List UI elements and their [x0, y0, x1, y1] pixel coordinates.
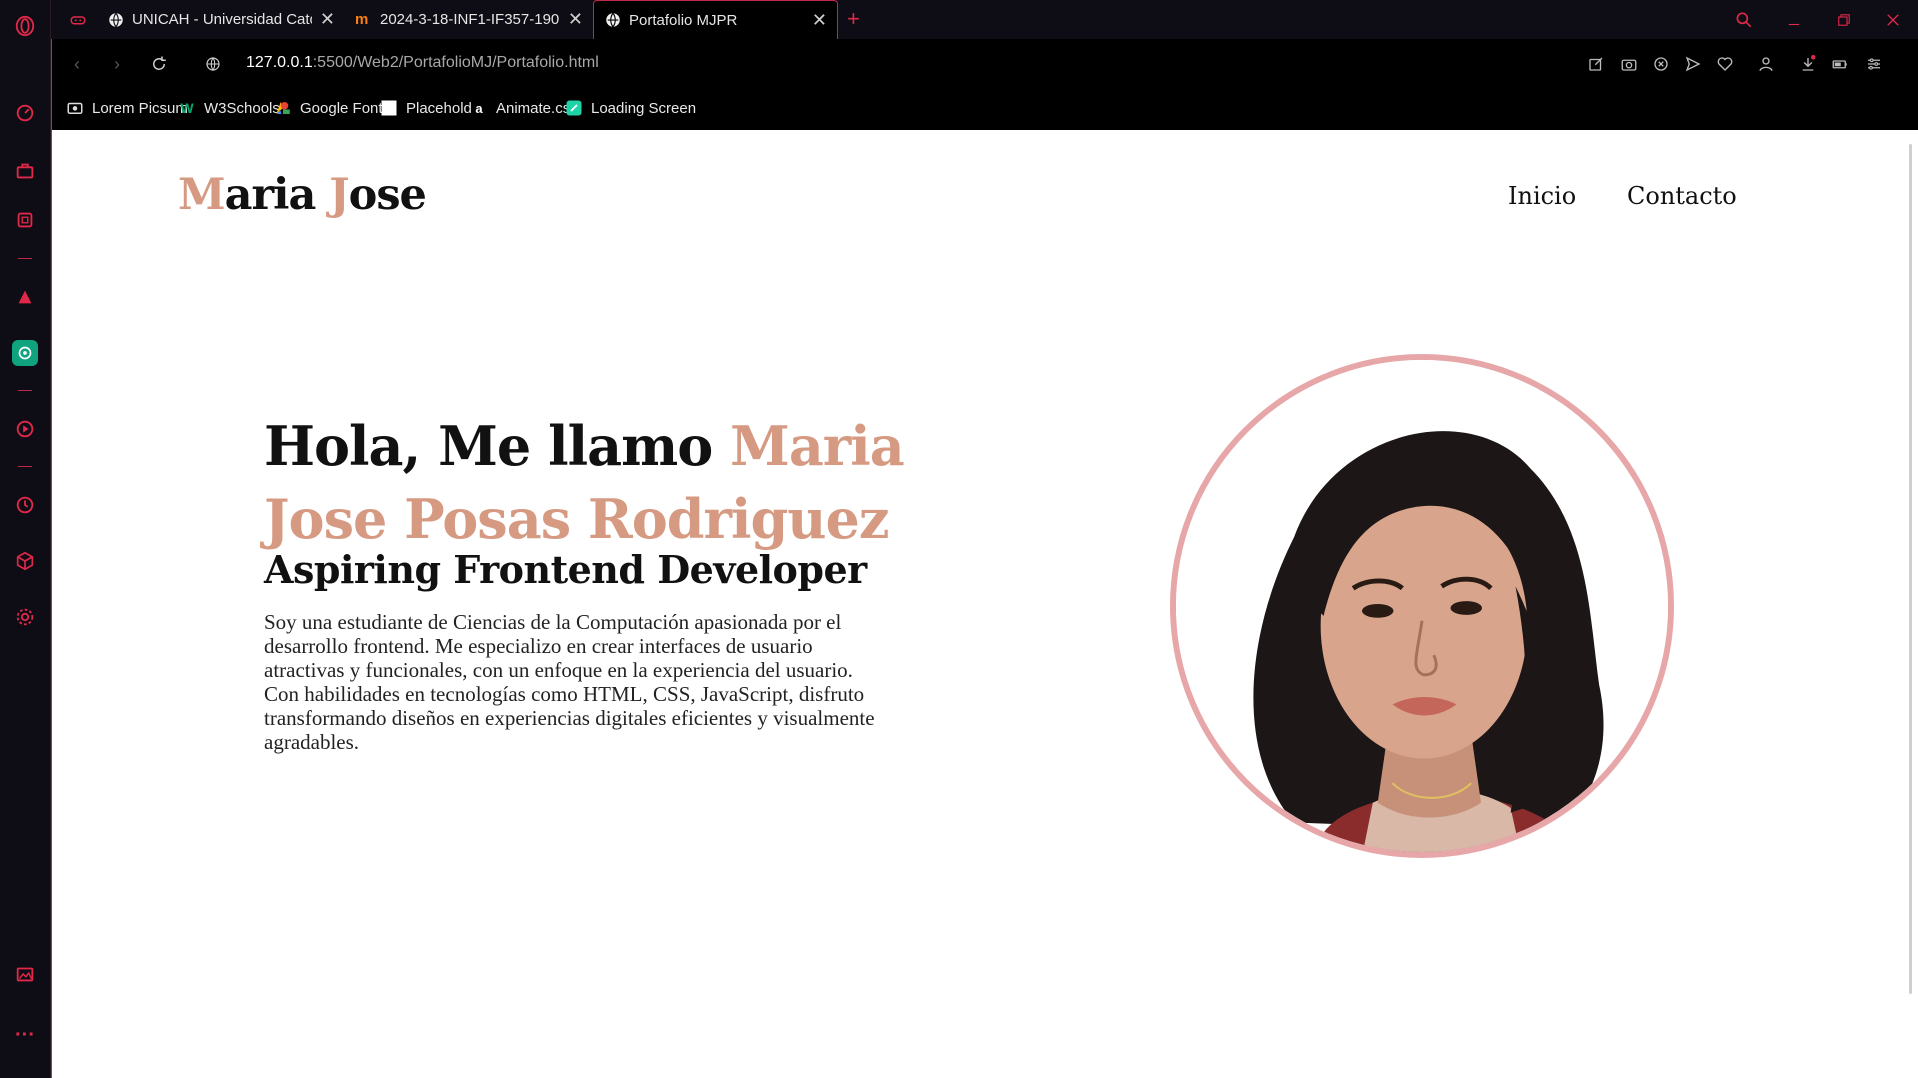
logo-text-first: aria: [224, 170, 330, 220]
globe-icon: [606, 12, 620, 28]
url-input[interactable]: 127.0.0.1:5500/Web2/PortafolioMJ/Portafo…: [246, 54, 599, 72]
forward-icon[interactable]: ›: [104, 51, 130, 77]
extensions-cube-icon[interactable]: [12, 548, 38, 574]
restore-icon[interactable]: [1824, 0, 1864, 39]
chatgpt-icon[interactable]: [12, 340, 38, 366]
logo-text-second: ose: [348, 170, 427, 220]
profile-photo: [1170, 354, 1674, 858]
page-scrollbar[interactable]: [1904, 130, 1918, 1078]
bookmark-label: W3Schools: [204, 99, 280, 117]
portrait-illustration: [1176, 360, 1668, 852]
animate-icon: a: [475, 100, 483, 116]
bookmark-animate-css[interactable]: a Animate.css: [470, 99, 577, 117]
tab-title: UNICAH - Universidad Cató: [132, 11, 312, 28]
aria-icon[interactable]: [12, 284, 38, 310]
nav-link-inicio[interactable]: Inicio: [1508, 182, 1576, 210]
reload-icon[interactable]: [146, 51, 172, 77]
heart-bookmark-icon[interactable]: [1713, 52, 1737, 76]
nav-link-contacto[interactable]: Contacto: [1627, 182, 1737, 210]
logo-initial-m: M: [178, 170, 226, 220]
loading-icon: [565, 99, 583, 117]
web-page: Maria Jose Inicio Contacto Hola, Me llam…: [51, 130, 1904, 1078]
downloads-icon[interactable]: [1796, 52, 1820, 76]
browser-sidebar: ···: [0, 0, 51, 1078]
opera-logo-icon[interactable]: [12, 13, 38, 39]
new-tab-plus-icon[interactable]: +: [847, 6, 860, 32]
tab-close-icon[interactable]: ✕: [812, 10, 827, 31]
battery-saver-icon[interactable]: [1828, 52, 1852, 76]
google-fonts-icon: [274, 99, 292, 117]
site-info-globe-icon[interactable]: [200, 51, 226, 77]
tab-strip: UNICAH - Universidad Cató ✕ m 2024-3-18-…: [51, 0, 1918, 39]
wallpaper-icon[interactable]: [12, 961, 38, 987]
bookmark-label: Lorem Picsum: [92, 99, 188, 117]
tab-unicah[interactable]: UNICAH - Universidad Cató ✕: [97, 0, 345, 39]
bookmark-lorem-picsum[interactable]: Lorem Picsum: [66, 99, 188, 117]
snapshot-edit-icon[interactable]: [1584, 52, 1608, 76]
easy-setup-icon[interactable]: [1862, 52, 1886, 76]
w3schools-icon: W: [180, 100, 194, 116]
globe-icon: [109, 12, 123, 28]
scrollbar-thumb[interactable]: [1909, 144, 1912, 994]
send-flow-icon[interactable]: [1681, 52, 1705, 76]
bookmark-label: Loading Screen: [591, 99, 697, 117]
more-options-icon[interactable]: ···: [12, 1022, 38, 1048]
sidebar-divider: [18, 466, 32, 467]
sidebar-divider: [18, 390, 32, 391]
address-bar: ‹ › 127.0.0.1:5500/Web2/PortafolioMJ/Por…: [51, 39, 1918, 89]
tab-portafolio[interactable]: Portafolio MJPR ✕: [593, 0, 838, 39]
hero-subtitle: Aspiring Frontend Developer: [264, 547, 867, 592]
camera-icon[interactable]: [1617, 52, 1641, 76]
profile-icon[interactable]: [1754, 52, 1778, 76]
hero-title: Hola, Me llamo Maria Jose Posas Rodrigue…: [264, 410, 905, 556]
bookmark-placehold[interactable]: Placehold: [380, 99, 472, 117]
tab-moodle[interactable]: m 2024-3-18-INF1-IF357-190 ✕: [345, 0, 593, 39]
hero-greeting: Hola, Me llamo: [264, 414, 731, 478]
logo-initial-j: J: [329, 170, 349, 220]
close-window-icon[interactable]: [1873, 0, 1913, 39]
bookmark-label: Placehold: [406, 99, 472, 117]
tab-close-icon[interactable]: ✕: [320, 9, 335, 30]
tab-title: 2024-3-18-INF1-IF357-190: [380, 11, 560, 28]
image-icon: [66, 99, 84, 117]
url-host: 127.0.0.1: [246, 54, 313, 71]
speed-dial-icon[interactable]: [12, 100, 38, 126]
placehold-icon: [380, 99, 398, 117]
ai-chip-icon[interactable]: [12, 207, 38, 233]
ad-blocker-icon[interactable]: [1649, 52, 1673, 76]
tab-close-icon[interactable]: ✕: [568, 9, 583, 30]
sidebar-divider: [18, 258, 32, 259]
url-path: :5500/Web2/PortafolioMJ/Portafolio.html: [312, 54, 599, 71]
bookmark-google-fonts[interactable]: Google Fonts: [274, 99, 390, 117]
site-logo[interactable]: Maria Jose: [178, 170, 427, 220]
tab-title: Portafolio MJPR: [629, 11, 738, 29]
settings-gear-icon[interactable]: [12, 604, 38, 630]
bookmark-loading-screen[interactable]: Loading Screen: [565, 99, 696, 117]
moodle-icon: m: [355, 10, 369, 28]
bookmark-label: Google Fonts: [300, 99, 391, 117]
back-icon[interactable]: ‹: [64, 51, 90, 77]
minimize-icon[interactable]: [1774, 0, 1814, 39]
history-icon[interactable]: [12, 492, 38, 518]
workspace-gamepad-icon[interactable]: [59, 0, 97, 39]
bookmark-w3schools[interactable]: W W3Schools: [178, 99, 280, 117]
bookmarks-bar: Lorem Picsum W W3Schools Google Fonts Pl…: [51, 89, 1918, 130]
hero-description: Soy una estudiante de Ciencias de la Com…: [264, 610, 875, 754]
player-icon[interactable]: [12, 416, 38, 442]
briefcase-icon[interactable]: [12, 158, 38, 184]
search-tabs-icon[interactable]: [1724, 0, 1764, 39]
